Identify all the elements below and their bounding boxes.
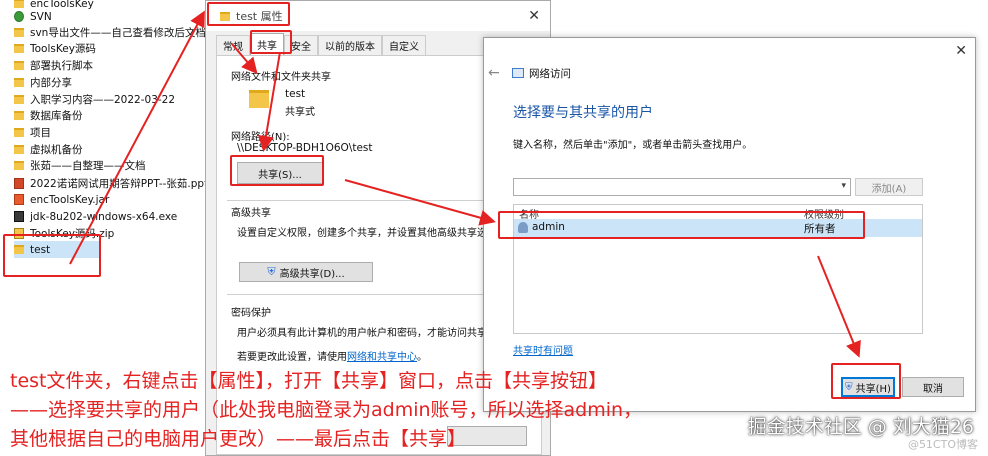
tab-bar: 常规 共享 安全 以前的版本 自定义 — [216, 33, 426, 55]
back-arrow-icon[interactable]: ← — [488, 65, 500, 81]
watermark-faint: @51CTO博客 — [907, 438, 978, 451]
section-advanced-sharing: 高级共享 — [231, 208, 271, 219]
folder-icon — [14, 145, 24, 154]
folder-icon — [14, 111, 24, 120]
jar-file-icon — [14, 194, 24, 205]
folder-icon — [14, 78, 24, 87]
highlight-sharing-tab — [250, 30, 292, 54]
password-change-note: 若要更改此设置，请使用网络和共享中心。 — [237, 352, 427, 363]
list-item[interactable]: svn导出文件——自己查看修改后文档 — [14, 24, 206, 41]
instruction-text: 键入名称，然后单击"添加"，或者单击箭头查找用户。 — [513, 140, 753, 151]
list-item[interactable]: 入职学习内容——2022-03-22 — [14, 91, 175, 108]
folder-icon — [14, 0, 24, 8]
network-icon — [512, 68, 524, 78]
list-item[interactable]: jdk-8u202-windows-x64.exe — [14, 208, 177, 225]
list-item[interactable]: 张茹——自整理——文档 — [14, 157, 146, 174]
tab-general[interactable]: 常规 — [216, 35, 250, 55]
list-item[interactable]: encToolsKey.jar — [14, 191, 109, 208]
folder-icon — [14, 128, 24, 137]
close-icon[interactable]: ✕ — [955, 43, 967, 59]
exe-file-icon — [14, 211, 24, 222]
list-item[interactable]: ToolsKey源码 — [14, 40, 96, 57]
list-item[interactable]: SVN — [14, 8, 52, 25]
section-network-sharing: 网络文件和文件夹共享 — [231, 72, 331, 83]
shared-folder-icon — [249, 90, 269, 108]
annotation-line-2: ——选择要共享的用户（此处我电脑登录为admin账号，所以选择admin， — [10, 399, 643, 421]
window-title: 网络访问 — [529, 68, 571, 80]
list-item[interactable]: 项目 — [14, 124, 51, 141]
network-path-label: 网络路径(N): — [231, 132, 290, 143]
annotation-line-1: test文件夹，右键点击【属性】，打开【共享】窗口，点击【共享按钮】 — [10, 370, 607, 392]
highlight-admin-row — [498, 211, 865, 239]
sharing-help-link[interactable]: 共享时有问题 — [513, 342, 573, 357]
folder-name: test — [285, 88, 306, 100]
folder-icon — [14, 161, 24, 170]
watermark: 掘金技术社区 @ 刘大猫26 — [747, 416, 974, 438]
list-item[interactable]: 2022诺诺网试用期答辩PPT--张茹.pptx — [14, 175, 214, 192]
folder-icon — [14, 95, 24, 104]
network-sharing-center-link[interactable]: 网络和共享中心 — [347, 352, 417, 363]
folder-status: 共享式 — [285, 107, 315, 118]
highlight-test-folder — [3, 234, 101, 277]
highlight-dialog-title — [207, 2, 290, 26]
shield-icon: ⛨ — [267, 265, 276, 278]
cancel-button[interactable]: 取消 — [902, 377, 964, 397]
svn-icon — [14, 11, 24, 22]
folder-icon — [14, 44, 24, 53]
pptx-file-icon — [14, 178, 24, 189]
add-button[interactable]: 添加(A) — [855, 178, 923, 196]
tab-customize[interactable]: 自定义 — [382, 35, 426, 55]
network-path: \\DESKTOP-BDH1O6O\test — [237, 142, 373, 154]
close-icon[interactable]: ✕ — [528, 8, 540, 24]
section-password-protection: 密码保护 — [231, 308, 271, 319]
tab-previous-versions[interactable]: 以前的版本 — [318, 35, 382, 55]
highlight-share-confirm-button — [831, 363, 901, 399]
annotation-line-3: 其他根据自己的电脑用户更改）——最后点击【共享】 — [10, 428, 467, 450]
dialog-heading: 选择要与其共享的用户 — [513, 105, 653, 121]
list-item[interactable]: 内部分享 — [14, 74, 72, 91]
chevron-down-icon[interactable]: ▾ — [841, 181, 846, 191]
user-name-dropdown[interactable]: ▾ — [513, 178, 851, 196]
list-item[interactable]: 数据库备份 — [14, 107, 83, 124]
folder-icon — [14, 28, 24, 37]
advanced-sharing-button[interactable]: ⛨ 高级共享(D)... — [239, 262, 373, 282]
list-item[interactable]: 虚拟机备份 — [14, 141, 83, 158]
folder-icon — [14, 61, 24, 70]
list-item[interactable]: 部署执行脚本 — [14, 57, 93, 74]
highlight-share-button — [230, 155, 324, 186]
